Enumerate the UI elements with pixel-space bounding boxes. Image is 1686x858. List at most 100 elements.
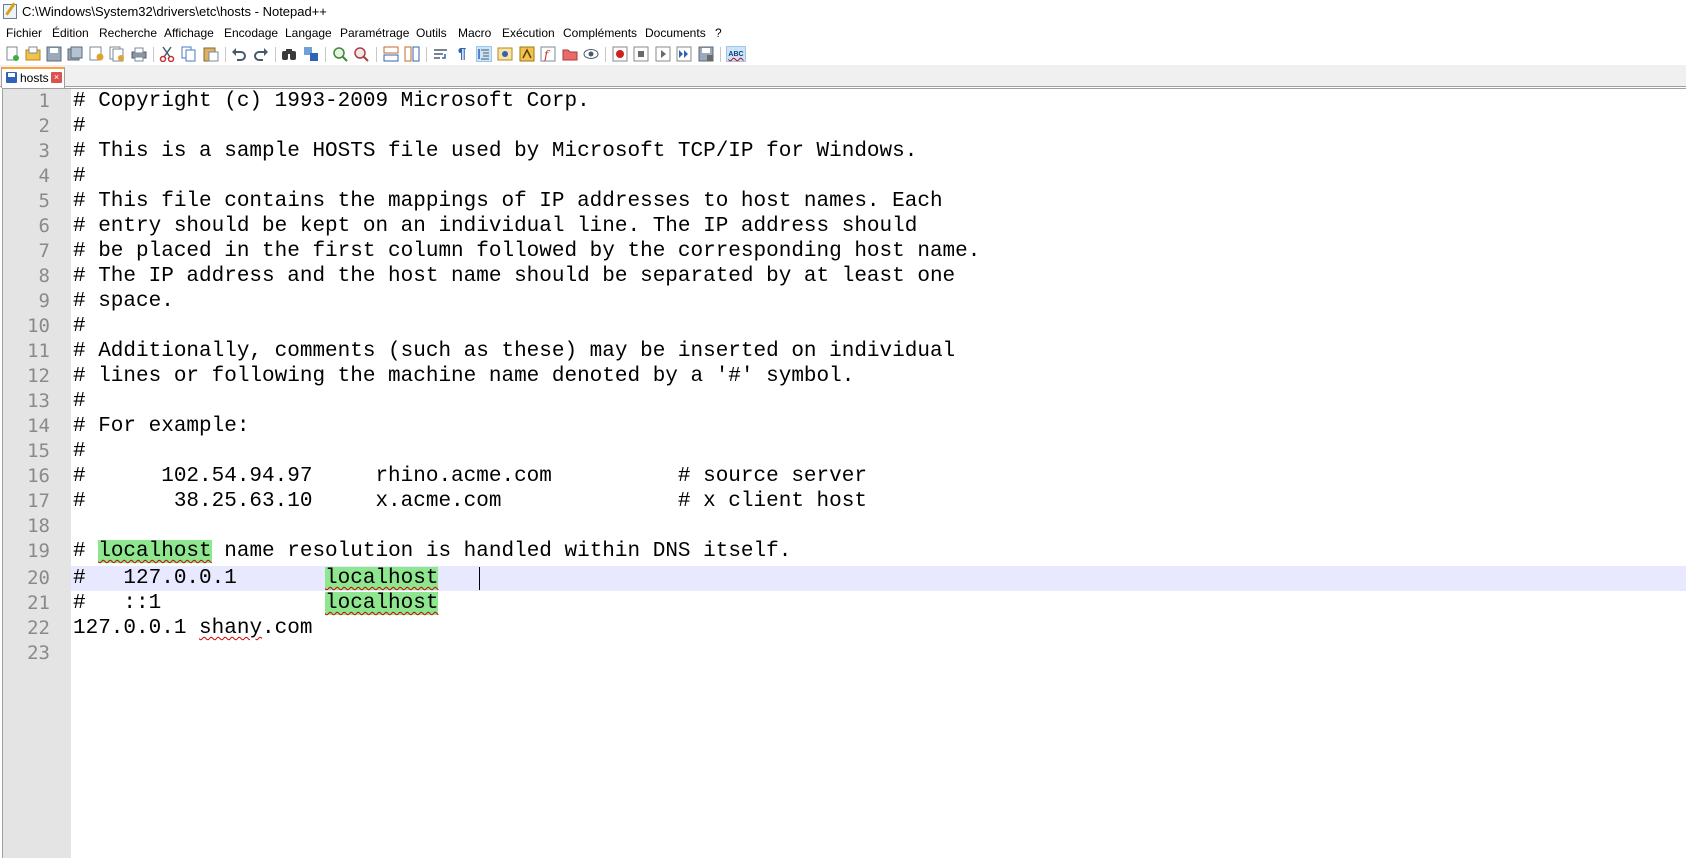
code-text: # 127.0.0.1	[73, 567, 326, 590]
save-state-icon	[6, 72, 17, 83]
smart-highlight: localhost	[98, 540, 212, 563]
paste-icon[interactable]	[203, 46, 219, 62]
close-icon[interactable]	[88, 46, 104, 62]
line-number: 18	[27, 515, 50, 537]
run-macro-multiple-icon[interactable]	[676, 46, 692, 62]
menu-edition[interactable]: Édition	[52, 24, 89, 43]
menu-parametrage[interactable]: Paramétrage	[340, 24, 409, 43]
line-number: 19	[27, 540, 50, 562]
toolbar-separator	[325, 47, 326, 62]
code-line: #	[73, 440, 86, 463]
code-line: 127.0.0.1 shany.com	[73, 616, 312, 641]
line-number: 2	[38, 115, 50, 137]
code-line: # localhost name resolution is handled w…	[73, 539, 791, 564]
menu-langage[interactable]: Langage	[285, 24, 332, 43]
toolbar-separator	[153, 47, 154, 62]
smart-highlight: localhost	[325, 592, 439, 615]
menu-help[interactable]: ?	[715, 24, 722, 43]
sync-vertical-icon[interactable]	[383, 46, 399, 62]
menu-execution[interactable]: Exécution	[502, 24, 555, 43]
document-map-icon[interactable]	[519, 46, 535, 62]
line-number: 17	[27, 490, 50, 512]
tab-label: hosts	[20, 71, 49, 85]
code-text: # ::1	[73, 592, 326, 615]
code-line: # be placed in the first column followed…	[73, 240, 981, 263]
line-number: 9	[38, 290, 50, 312]
cut-icon[interactable]	[159, 46, 175, 63]
zoom-in-icon[interactable]	[332, 46, 348, 62]
folder-workspace-icon[interactable]	[562, 46, 578, 62]
menu-complements[interactable]: Compléments	[563, 24, 637, 43]
spell-check-icon[interactable]: ABC	[726, 46, 746, 62]
line-number: 15	[27, 440, 50, 462]
menu-fichier[interactable]: Fichier	[6, 24, 42, 43]
save-icon[interactable]	[46, 46, 62, 62]
toolbar-separator	[720, 47, 721, 62]
toolbar-separator	[275, 47, 276, 62]
find-icon[interactable]	[281, 46, 297, 62]
copy-icon[interactable]	[181, 46, 197, 62]
line-number: 22	[27, 617, 50, 639]
code-line: # 38.25.63.10 x.acme.com # x client host	[73, 490, 867, 513]
code-text: .com	[262, 617, 313, 640]
toolbar-separator	[605, 47, 606, 62]
window-title: C:\Windows\System32\drivers\etc\hosts - …	[22, 4, 327, 19]
save-macro-icon[interactable]	[698, 46, 714, 62]
play-macro-icon[interactable]	[655, 46, 671, 62]
line-number: 20	[27, 567, 50, 589]
show-all-characters-icon[interactable]: ¶	[454, 46, 470, 62]
line-number: 13	[27, 390, 50, 412]
toolbar-separator	[426, 47, 427, 62]
line-number: 21	[27, 592, 50, 614]
indent-guide-icon[interactable]	[476, 46, 492, 62]
menu-recherche[interactable]: Recherche	[99, 24, 157, 43]
code-line: # ::1 localhost	[73, 591, 439, 616]
code-line: # lines or following the machine name de…	[73, 365, 855, 388]
monitoring-icon[interactable]	[583, 46, 599, 62]
record-macro-icon[interactable]	[612, 46, 628, 62]
open-file-icon[interactable]	[25, 46, 41, 62]
menu-documents[interactable]: Documents	[645, 24, 706, 43]
code-line: # Additionally, comments (such as these)…	[73, 340, 956, 363]
tab-hosts[interactable]: hosts ×	[1, 67, 65, 88]
code-line: # entry should be kept on an individual …	[73, 215, 918, 238]
menu-macro[interactable]: Macro	[458, 24, 491, 43]
redo-icon[interactable]	[253, 46, 269, 62]
line-number: 10	[27, 315, 50, 337]
code-line: # For example:	[73, 415, 250, 438]
menu-encodage[interactable]: Encodage	[224, 24, 278, 43]
line-number: 6	[38, 215, 50, 237]
stop-macro-icon[interactable]	[633, 46, 649, 62]
line-number: 8	[38, 265, 50, 287]
print-icon[interactable]	[131, 46, 147, 62]
line-number: 12	[27, 365, 50, 387]
replace-icon[interactable]	[303, 46, 319, 62]
code-text: #	[73, 540, 99, 563]
text-caret	[479, 567, 480, 590]
code-line: # Copyright (c) 1993-2009 Microsoft Corp…	[73, 90, 590, 113]
editor[interactable]: 1 2 3 4 5 6 7 8 9 10 11 12 13 14 15 16 1…	[2, 88, 1686, 858]
code-line: # 102.54.94.97 rhino.acme.com # source s…	[73, 465, 867, 488]
code-line: #	[73, 390, 86, 413]
user-language-icon[interactable]	[497, 46, 513, 62]
close-all-icon[interactable]	[109, 46, 125, 62]
menu-outils[interactable]: Outils	[416, 24, 447, 43]
line-number: 14	[27, 415, 50, 437]
line-number: 1	[38, 90, 50, 112]
menu-affichage[interactable]: Affichage	[164, 24, 214, 43]
zoom-out-icon[interactable]	[353, 46, 369, 62]
line-number: 11	[27, 340, 50, 362]
code-line: #	[73, 165, 86, 188]
undo-icon[interactable]	[231, 46, 247, 62]
close-tab-icon[interactable]: ×	[51, 72, 62, 83]
save-all-icon[interactable]	[67, 46, 83, 62]
function-list-icon[interactable]: f	[540, 46, 556, 62]
new-file-icon[interactable]	[4, 46, 20, 62]
code-line: #	[73, 115, 86, 138]
code-text: name resolution is handled within DNS it…	[211, 540, 792, 563]
line-number: 4	[38, 165, 50, 187]
word-wrap-icon[interactable]	[433, 46, 449, 62]
toolbar: ¶ f ABC	[0, 43, 1686, 65]
line-number: 5	[38, 190, 50, 212]
sync-horizontal-icon[interactable]	[404, 46, 420, 62]
